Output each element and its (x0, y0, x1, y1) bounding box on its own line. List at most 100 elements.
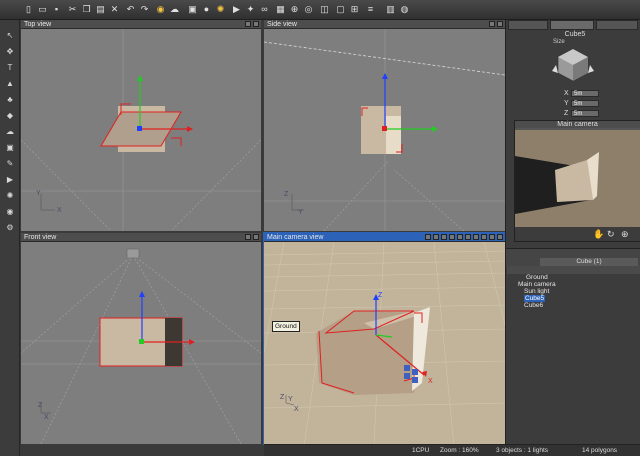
viewport-title: Main camera view (267, 234, 324, 241)
render-icon[interactable]: ◉ (4, 206, 16, 217)
move-icon[interactable]: ✥ (4, 46, 16, 57)
settings-icon[interactable]: ⚙ (4, 222, 16, 233)
left-tool-strip: ↖ ✥ T ▲ ♣ ◆ ☁ ▣ ✎ ▶ ✺ ◉ ⚙ (0, 20, 20, 456)
new-file-icon[interactable]: ▯ (22, 3, 35, 16)
size-x-field[interactable]: 5m (571, 90, 599, 97)
camera-icon[interactable]: ▶ (4, 174, 16, 185)
light-icon[interactable]: ✺ (214, 3, 227, 16)
viewport-header: Front view (21, 233, 261, 242)
size-z-field[interactable]: 5m (571, 110, 599, 117)
tree-item-sun-light[interactable]: Sun light (524, 288, 549, 295)
undo-icon[interactable]: ↶ (124, 3, 137, 16)
select-icon[interactable]: ↖ (4, 30, 16, 41)
camera-option-icon[interactable] (473, 234, 479, 240)
list-header-title: Cube (1) (540, 258, 638, 266)
camera-option-icon[interactable] (449, 234, 455, 240)
open-file-icon[interactable]: ▭ (36, 3, 49, 16)
grid-icon[interactable]: ▦ (274, 3, 287, 16)
rock-icon[interactable]: ◆ (4, 110, 16, 121)
viewport-header-buttons (245, 21, 259, 27)
render-icon[interactable]: ◉ (154, 3, 167, 16)
tree-item-cube5[interactable]: Cube5 (524, 295, 546, 302)
axis-label-x: X (294, 406, 299, 413)
align-icon[interactable]: ≡ (364, 3, 377, 16)
target-icon[interactable]: ◎ (302, 3, 315, 16)
paste-icon[interactable]: ▤ (94, 3, 107, 16)
viewport-header-buttons (425, 234, 503, 240)
status-objects: 3 objects : 1 lights (496, 447, 549, 454)
delete-icon[interactable]: ✕ (108, 3, 121, 16)
axis-label-x: X (57, 207, 62, 214)
maximize-icon[interactable] (489, 21, 495, 27)
maximize-icon[interactable] (489, 234, 495, 240)
panel-tab-material[interactable] (596, 20, 638, 30)
link-icon[interactable]: ∞ (258, 3, 271, 16)
terrain-icon[interactable]: ▲ (4, 78, 16, 89)
viewport-header: Main camera view (264, 233, 505, 242)
maximize-icon[interactable] (245, 21, 251, 27)
axis-label-z: Z (280, 394, 285, 401)
zoom-icon[interactable]: ⊕ (621, 229, 629, 240)
view-icon[interactable]: ◫ (318, 3, 331, 16)
hand-icon[interactable]: ✋ (593, 229, 604, 240)
maximize-icon[interactable] (245, 234, 251, 240)
object-list-header: Cube (1) (506, 248, 640, 266)
front-view-viewport[interactable]: Front view Z X (21, 233, 261, 444)
panel-tab-object[interactable] (508, 20, 548, 30)
gizmo-label-z: Z (378, 292, 383, 299)
main-camera-viewport[interactable]: Main camera view Z X Z Y X Ground (263, 232, 506, 445)
display-icon[interactable]: ▥ (384, 3, 397, 16)
cube-icon[interactable]: ▣ (4, 142, 16, 153)
zoom-icon[interactable]: ⊕ (288, 3, 301, 16)
copy-icon[interactable]: ❐ (80, 3, 93, 16)
sphere-icon[interactable]: ● (200, 3, 213, 16)
close-icon[interactable] (497, 21, 503, 27)
camera-preview[interactable]: Main camera ✋ ↻ ⊕ (514, 120, 640, 242)
cut-icon[interactable]: ✂ (66, 3, 79, 16)
save-icon[interactable]: ▪ (50, 3, 63, 16)
light-icon[interactable]: ✺ (4, 190, 16, 201)
tree-item-main-camera[interactable]: Main camera (518, 281, 556, 288)
side-view-viewport[interactable]: Side view Z Y (264, 20, 505, 231)
text-icon[interactable]: T (4, 62, 16, 73)
rotate-icon[interactable]: ↻ (607, 229, 615, 240)
main-toolbar: ▯ ▭ ▪ ✂ ❐ ▤ ✕ ↶ ↷ ◉ ☁ ▣ ● ✺ ▶ ✦ ∞ ▦ ⊕ ◎ ◫ ▢ ⊞ ≡ ▥ ◍ (0, 0, 640, 20)
globe-icon[interactable]: ◍ (398, 3, 411, 16)
close-icon[interactable] (253, 21, 259, 27)
camera-option-icon[interactable] (457, 234, 463, 240)
cloud-icon[interactable]: ☁ (4, 126, 16, 137)
paint-icon[interactable]: ✎ (4, 158, 16, 169)
plant-icon[interactable]: ♣ (4, 94, 16, 105)
axis-label-y: Y (36, 190, 41, 197)
cube-icon[interactable]: ▣ (186, 3, 199, 16)
camera-option-icon[interactable] (425, 234, 431, 240)
top-view-viewport[interactable]: Top view Y X (21, 20, 261, 231)
front-view-canvas: Z X (21, 248, 261, 444)
cloud-icon[interactable]: ☁ (168, 3, 181, 16)
tree-item-cube6[interactable]: Cube6 (524, 302, 543, 309)
size-y-field[interactable]: 5m (571, 100, 599, 107)
tree-header-icons (507, 266, 640, 274)
close-icon[interactable] (497, 234, 503, 240)
camera-option-icon[interactable] (481, 234, 487, 240)
top-view-canvas: Y X (21, 29, 261, 231)
field-label-y: Y (564, 100, 569, 107)
axis-label-y: Y (288, 396, 293, 403)
axis-label-z: Z (284, 191, 289, 198)
size-gizmo[interactable] (506, 45, 640, 87)
snap-icon[interactable]: ⊞ (348, 3, 361, 16)
object-name: Cube5 (564, 31, 586, 38)
tree-item-ground[interactable]: Ground (526, 274, 548, 281)
camera-option-icon[interactable] (441, 234, 447, 240)
camera-option-icon[interactable] (433, 234, 439, 240)
side-view-canvas: Z Y (264, 29, 505, 231)
frame-icon[interactable]: ▢ (334, 3, 347, 16)
panel-tab-properties[interactable] (550, 20, 594, 30)
status-polygons: 14 polygons (582, 447, 618, 454)
camera-icon[interactable]: ▶ (230, 3, 243, 16)
close-icon[interactable] (253, 234, 259, 240)
status-zoom: Zoom : 160% (440, 447, 479, 454)
camera-option-icon[interactable] (465, 234, 471, 240)
wand-icon[interactable]: ✦ (244, 3, 257, 16)
redo-icon[interactable]: ↷ (138, 3, 151, 16)
